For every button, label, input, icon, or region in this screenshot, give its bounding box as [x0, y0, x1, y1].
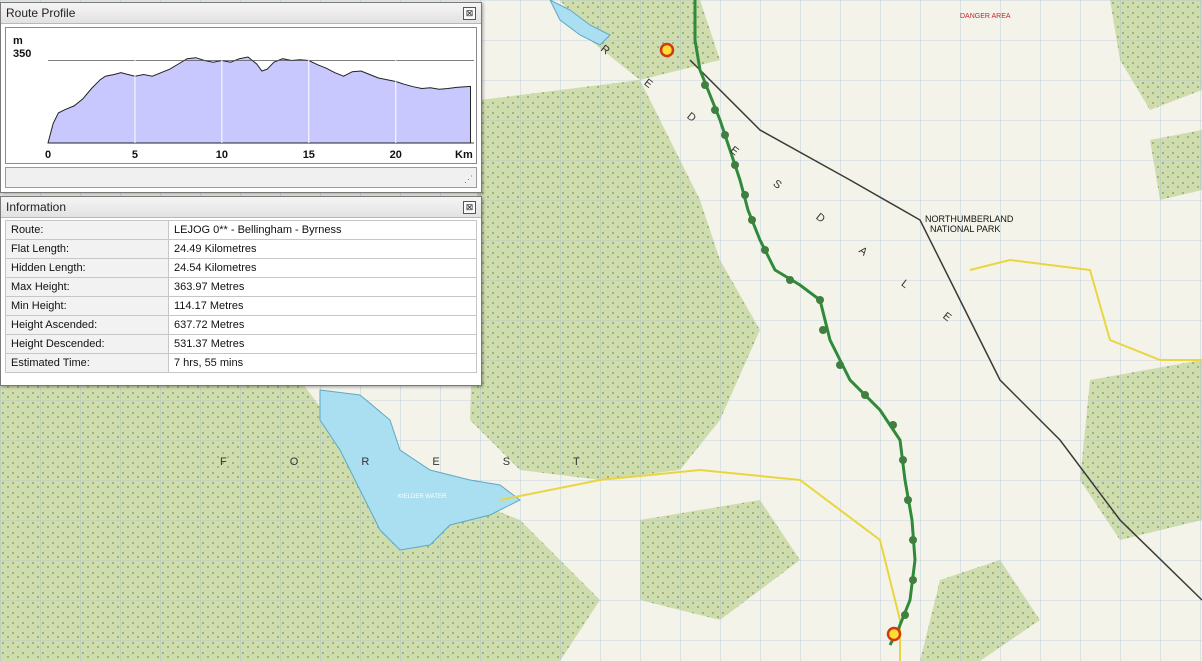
info-row: Flat Length: 24.49 Kilometres: [5, 239, 477, 259]
info-key: Min Height:: [5, 296, 169, 316]
elevation-chart-box: 0 5 10 15 20 m 350 Km: [5, 27, 477, 164]
info-row: Max Height: 363.97 Metres: [5, 277, 477, 297]
danger-label: DANGER AREA: [960, 13, 1011, 20]
info-key: Max Height:: [5, 277, 169, 297]
info-row: Estimated Time: 7 hrs, 55 mins: [5, 353, 477, 373]
info-value: LEJOG 0** - Bellingham - Byrness: [168, 220, 477, 240]
chart-x-tick: 5: [132, 149, 138, 161]
chart-x-tick: 15: [303, 149, 315, 161]
chart-y-label: m: [13, 35, 23, 47]
info-key: Hidden Length:: [5, 258, 169, 278]
info-value: 114.17 Metres: [168, 296, 477, 316]
information-title: Information: [1, 197, 481, 218]
chart-x-tick: 10: [216, 149, 228, 161]
chart-x-tick: 0: [45, 149, 51, 161]
profile-status-bar: ⋰: [5, 167, 477, 188]
route-profile-title: Route Profile: [1, 3, 481, 24]
info-key: Estimated Time:: [5, 353, 169, 373]
chart-y-tick: 350: [13, 48, 31, 60]
info-row: Height Descended: 531.37 Metres: [5, 334, 477, 354]
park-label-1: NORTHUMBERLAND: [925, 214, 1014, 224]
route-start-marker[interactable]: [659, 42, 675, 58]
info-key: Route:: [5, 220, 169, 240]
info-value: 24.49 Kilometres: [168, 239, 477, 259]
close-icon[interactable]: ⊠: [463, 7, 476, 20]
park-label-2: NATIONAL PARK: [930, 224, 1000, 234]
info-value: 24.54 Kilometres: [168, 258, 477, 278]
info-value: 7 hrs, 55 mins: [168, 353, 477, 373]
info-key: Height Ascended:: [5, 315, 169, 335]
info-key: Flat Length:: [5, 239, 169, 259]
info-row: Height Ascended: 637.72 Metres: [5, 315, 477, 335]
route-end-marker[interactable]: [886, 626, 902, 642]
forest-letters: F O R E S T: [220, 456, 610, 468]
chart-x-label: Km: [455, 149, 473, 161]
info-key: Height Descended:: [5, 334, 169, 354]
elevation-area: [47, 56, 472, 144]
close-icon[interactable]: ⊠: [463, 201, 476, 214]
chart-x-tick: 20: [390, 149, 402, 161]
info-row: Route: LEJOG 0** - Bellingham - Byrness: [5, 220, 477, 240]
info-row: Hidden Length: 24.54 Kilometres: [5, 258, 477, 278]
elevation-chart: 0 5 10 15 20 m350 Km: [13, 32, 474, 161]
information-table: Route: LEJOG 0** - Bellingham - Byrness Fl…: [5, 220, 477, 373]
resize-grip-icon[interactable]: ⋰: [464, 174, 473, 185]
info-value: 637.72 Metres: [168, 315, 477, 335]
info-row: Min Height: 114.17 Metres: [5, 296, 477, 316]
info-value: 531.37 Metres: [168, 334, 477, 354]
route-profile-panel[interactable]: Route Profile ⊠ 0 5 10 15 20 m 350 Km ⋰: [0, 2, 482, 193]
information-panel[interactable]: Information ⊠ Route: LEJOG 0** - Bellingh…: [0, 196, 482, 386]
reservoir-label: KIELDER WATER: [398, 494, 447, 500]
info-value: 363.97 Metres: [168, 277, 477, 297]
